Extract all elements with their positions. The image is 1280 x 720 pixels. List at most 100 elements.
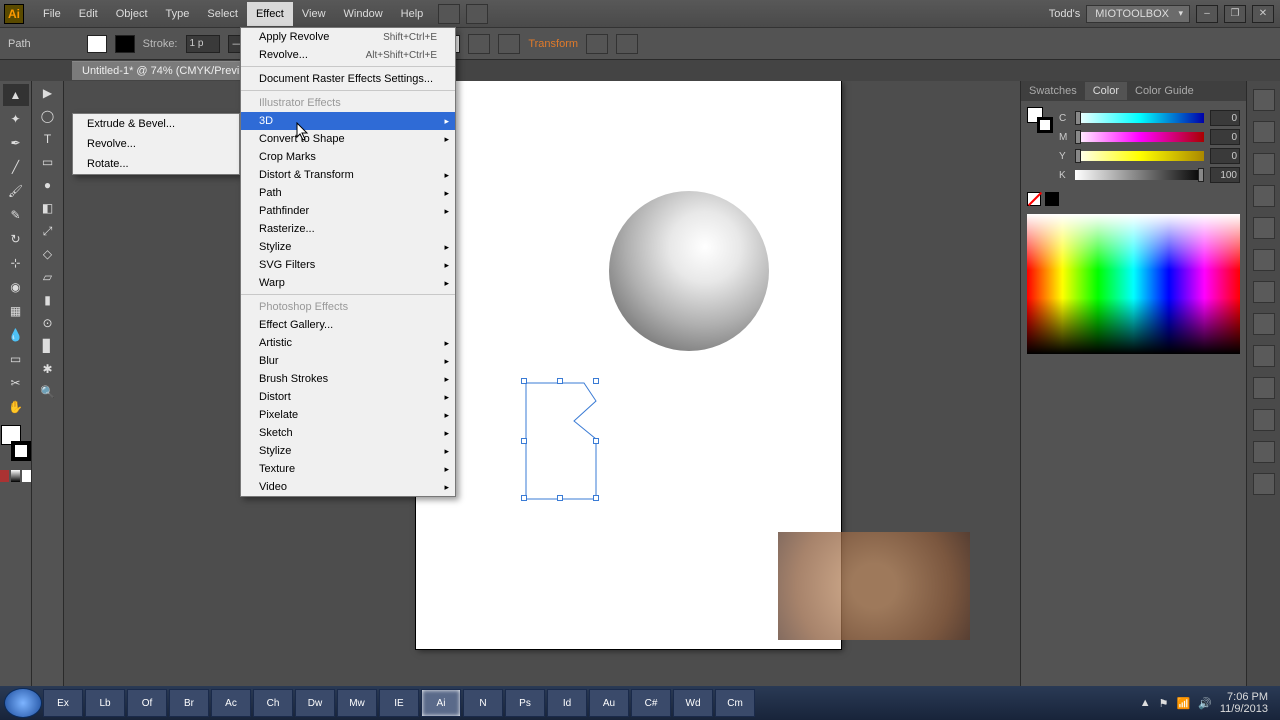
- scale-tool[interactable]: ⤢: [35, 220, 61, 242]
- menu-edit[interactable]: Edit: [70, 2, 107, 26]
- dock-gradient-icon[interactable]: [1253, 217, 1275, 239]
- menu-texture[interactable]: Texture: [241, 460, 455, 478]
- tray-action-icon[interactable]: ⚑: [1159, 697, 1169, 710]
- layout-icon[interactable]: [438, 4, 460, 24]
- selected-path[interactable]: [524, 381, 599, 501]
- line-tool[interactable]: ╱: [3, 156, 29, 178]
- dock-artboards-icon[interactable]: [1253, 377, 1275, 399]
- cyan-input[interactable]: [1210, 110, 1240, 126]
- taskbar-clock[interactable]: 7:06 PM 11/9/2013: [1220, 691, 1268, 715]
- gradient-mode-icon[interactable]: [11, 470, 20, 482]
- black-swatch-icon[interactable]: [1045, 192, 1059, 206]
- dock-appearance-icon[interactable]: [1253, 281, 1275, 303]
- blob-brush-tool[interactable]: ●: [35, 174, 61, 196]
- taskbar-app[interactable]: Br: [169, 689, 209, 717]
- dock-pathfinder-icon[interactable]: [1253, 441, 1275, 463]
- menu-rasterize[interactable]: Rasterize...: [241, 220, 455, 238]
- taskbar-app[interactable]: Ai: [421, 689, 461, 717]
- menu-3d[interactable]: 3D: [241, 112, 455, 130]
- menu-pathfinder[interactable]: Pathfinder: [241, 202, 455, 220]
- taskbar-app[interactable]: Id: [547, 689, 587, 717]
- magic-wand-tool[interactable]: ✦: [3, 108, 29, 130]
- none-mode-icon[interactable]: [22, 470, 31, 482]
- menu-effect-gallery[interactable]: Effect Gallery...: [241, 316, 455, 334]
- menu-type[interactable]: Type: [157, 2, 199, 26]
- menu-raster-settings[interactable]: Document Raster Effects Settings...: [241, 70, 455, 91]
- menu-apply-last[interactable]: Apply RevolveShift+Ctrl+E: [241, 28, 455, 46]
- menu-svg-filters[interactable]: SVG Filters: [241, 256, 455, 274]
- fill-swatch[interactable]: [87, 35, 107, 53]
- menu-select[interactable]: Select: [198, 2, 247, 26]
- direct-selection-tool[interactable]: ▶: [35, 82, 61, 104]
- magenta-input[interactable]: [1210, 129, 1240, 145]
- menu-stylize-ps[interactable]: Stylize: [241, 442, 455, 460]
- menu-artistic[interactable]: Artistic: [241, 334, 455, 352]
- hand-tool[interactable]: ✋: [3, 396, 29, 418]
- menu-help[interactable]: Help: [392, 2, 433, 26]
- menu-video[interactable]: Video: [241, 478, 455, 496]
- panel-fill-stroke[interactable]: [1027, 107, 1053, 133]
- taskbar-app[interactable]: Ex: [43, 689, 83, 717]
- menu-last-effect[interactable]: Revolve...Alt+Shift+Ctrl+E: [241, 46, 455, 67]
- pen-tool[interactable]: ✒: [3, 132, 29, 154]
- eyedropper-tool[interactable]: 💧: [3, 324, 29, 346]
- fill-stroke-control[interactable]: [1, 425, 31, 461]
- submenu-revolve[interactable]: Revolve...: [73, 134, 239, 154]
- tray-up-icon[interactable]: ▲: [1140, 697, 1151, 709]
- taskbar-app[interactable]: Au: [589, 689, 629, 717]
- taskbar-app[interactable]: Dw: [295, 689, 335, 717]
- misc-icon[interactable]: [616, 34, 638, 54]
- menu-effect[interactable]: Effect: [247, 2, 293, 26]
- menu-pixelate[interactable]: Pixelate: [241, 406, 455, 424]
- symbol-sprayer-tool[interactable]: ✱: [35, 358, 61, 380]
- document-tab[interactable]: Untitled-1* @ 74% (CMYK/Previ: [72, 61, 249, 80]
- taskbar-app[interactable]: C#: [631, 689, 671, 717]
- dock-libraries-icon[interactable]: [1253, 89, 1275, 111]
- mesh-tool[interactable]: ▦: [3, 300, 29, 322]
- black-slider[interactable]: [1075, 170, 1204, 180]
- zoom-tool[interactable]: 🔍: [35, 381, 61, 403]
- graph-tool[interactable]: ▊: [35, 335, 61, 357]
- dock-graphic-styles-icon[interactable]: [1253, 313, 1275, 335]
- dock-layers-icon[interactable]: [1253, 345, 1275, 367]
- shape-builder-tool[interactable]: ◉: [3, 276, 29, 298]
- tab-color[interactable]: Color: [1085, 82, 1127, 100]
- taskbar-app[interactable]: Lb: [85, 689, 125, 717]
- isolate-icon[interactable]: [586, 34, 608, 54]
- dock-stroke-icon[interactable]: [1253, 185, 1275, 207]
- menu-window[interactable]: Window: [335, 2, 392, 26]
- type-tool[interactable]: T: [35, 128, 61, 150]
- rotate-tool[interactable]: ↻: [3, 228, 29, 250]
- yellow-slider[interactable]: [1075, 151, 1204, 161]
- artboard-tool[interactable]: ▭: [3, 348, 29, 370]
- slice-tool[interactable]: ✂: [3, 372, 29, 394]
- blend-tool[interactable]: ⊙: [35, 312, 61, 334]
- menu-distort[interactable]: Distort: [241, 388, 455, 406]
- dock-transform-icon[interactable]: [1253, 473, 1275, 495]
- menu-sketch[interactable]: Sketch: [241, 424, 455, 442]
- dock-brushes-icon[interactable]: [1253, 121, 1275, 143]
- gradient-tool[interactable]: ▮: [35, 289, 61, 311]
- system-tray[interactable]: ▲ ⚑ 📶 🔊 7:06 PM 11/9/2013: [1140, 691, 1276, 715]
- color-mode-icon[interactable]: [0, 470, 9, 482]
- magenta-slider[interactable]: [1075, 132, 1204, 142]
- paintbrush-tool[interactable]: 🖌: [3, 180, 29, 202]
- yellow-input[interactable]: [1210, 148, 1240, 164]
- stroke-swatch[interactable]: [115, 35, 135, 53]
- tray-volume-icon[interactable]: 🔊: [1198, 697, 1212, 710]
- taskbar-app[interactable]: Ps: [505, 689, 545, 717]
- taskbar-app[interactable]: N: [463, 689, 503, 717]
- menu-stylize[interactable]: Stylize: [241, 238, 455, 256]
- menu-file[interactable]: File: [34, 2, 70, 26]
- menu-convert-shape[interactable]: Convert to Shape: [241, 130, 455, 148]
- taskbar-app[interactable]: Cm: [715, 689, 755, 717]
- tray-network-icon[interactable]: 📶: [1176, 697, 1190, 710]
- lasso-tool[interactable]: ◯: [35, 105, 61, 127]
- dock-align-icon[interactable]: [1253, 409, 1275, 431]
- taskbar-app[interactable]: IE: [379, 689, 419, 717]
- close-button[interactable]: ✕: [1252, 5, 1274, 23]
- eraser-tool[interactable]: ◧: [35, 197, 61, 219]
- width-tool[interactable]: ⊹: [3, 252, 29, 274]
- menu-distort-transform[interactable]: Distort & Transform: [241, 166, 455, 184]
- align-icon[interactable]: [498, 34, 520, 54]
